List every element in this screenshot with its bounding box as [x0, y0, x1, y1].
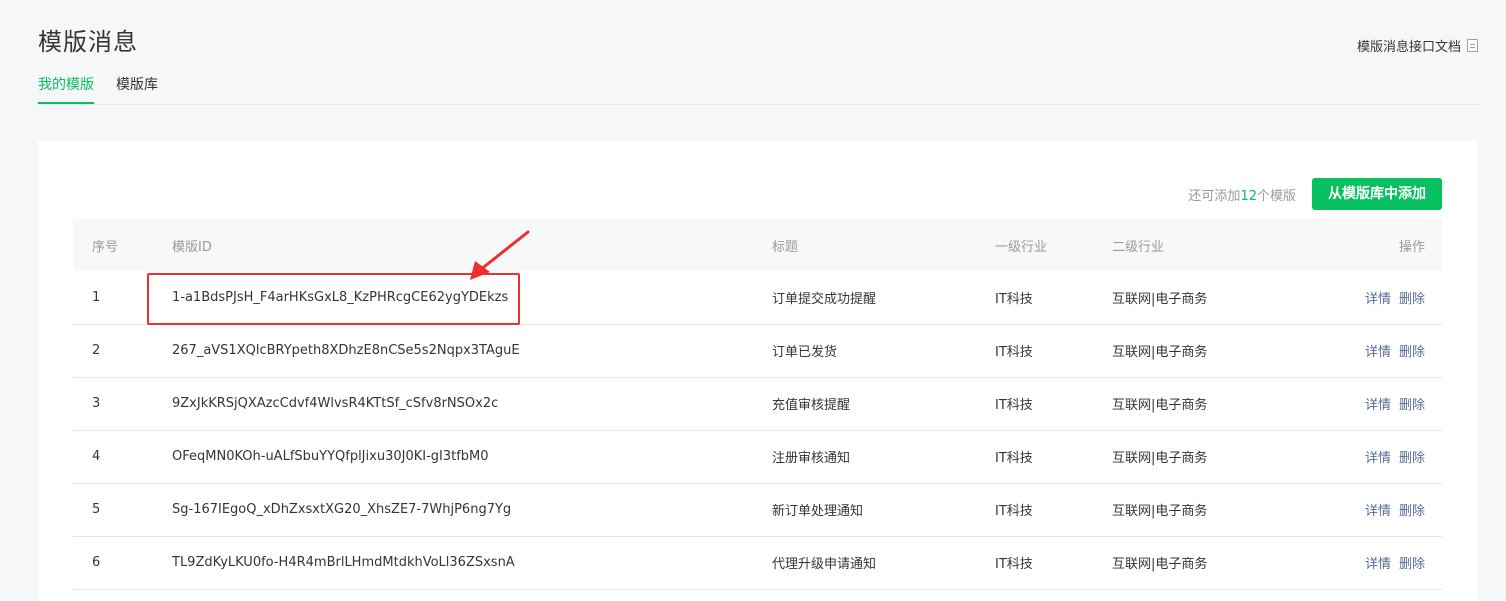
page-title: 模版消息	[38, 28, 138, 56]
add-from-library-button[interactable]: 从模版库中添加	[1312, 178, 1442, 210]
row-index: 4	[92, 449, 101, 464]
delete-link[interactable]: 删除	[1399, 345, 1425, 360]
delete-link[interactable]: 删除	[1399, 451, 1425, 466]
column-header-title: 标题	[772, 239, 799, 255]
table-header-row: 序号 模版ID 标题 一级行业 二级行业 操作	[73, 219, 1442, 271]
template-quota: 还可添加12个模版	[1188, 185, 1296, 204]
template-id: TL9ZdKyLKU0fo-H4R4mBrlLHmdMtdkhVoLl36ZSx…	[172, 555, 515, 570]
template-title: 注册审核通知	[772, 451, 851, 466]
row-actions: 详情 删除	[1312, 271, 1442, 324]
template-title: 订单提交成功提醒	[772, 291, 877, 307]
template-list-card: 还可添加12个模版 从模版库中添加 序号 模版ID 标题 一级行业 二级行业 操…	[38, 141, 1478, 601]
column-header-actions: 操作	[1398, 239, 1425, 255]
secondary-industry: 互联网|电子商务	[1112, 398, 1208, 413]
table-row: 6 TL9ZdKyLKU0fo-H4R4mBrlLHmdMtdkhVoLl36ZS…	[73, 536, 1442, 589]
quota-prefix: 还可添加	[1188, 188, 1241, 204]
detail-link[interactable]: 详情	[1365, 557, 1391, 572]
table-row: 5 Sg-167IEgoQ_xDhZxsxtXG20_XhsZE7-7WhjP6n…	[73, 483, 1442, 536]
table-row: 3 9ZxJkKRSjQXAzcCdvf4WlvsR4KTtSf_cSfv8rNS…	[73, 377, 1442, 430]
row-actions: 详情 删除	[1312, 377, 1442, 430]
primary-industry: IT科技	[995, 504, 1033, 519]
template-title: 新订单处理通知	[772, 504, 864, 519]
template-title: 充值审核提醒	[772, 398, 851, 413]
row-actions: 详情 删除	[1312, 430, 1442, 483]
document-icon	[1467, 39, 1478, 52]
template-title: 订单已发货	[772, 345, 838, 360]
detail-link[interactable]: 详情	[1365, 345, 1391, 360]
primary-industry: IT科技	[995, 345, 1033, 360]
detail-link[interactable]: 详情	[1365, 292, 1391, 307]
secondary-industry: 互联网|电子商务	[1112, 451, 1208, 466]
column-header-primary-industry: 一级行业	[995, 239, 1048, 255]
secondary-industry: 互联网|电子商务	[1112, 557, 1208, 572]
api-doc-link[interactable]: 模版消息接口文档	[1357, 36, 1478, 55]
detail-link[interactable]: 详情	[1365, 451, 1391, 466]
template-id: Sg-167IEgoQ_xDhZxsxtXG20_XhsZE7-7WhjP6ng…	[172, 502, 512, 517]
table-row: 2 267_aVS1XQlcBRYpeth8XDhzE8nCSe5s2Nqpx3T…	[73, 324, 1442, 377]
tab-bar: 我的模版 模版库	[38, 76, 1478, 105]
quota-count: 12	[1240, 188, 1257, 204]
secondary-industry: 互联网|电子商务	[1112, 291, 1208, 307]
column-header-secondary-industry: 二级行业	[1112, 239, 1165, 255]
row-actions: 详情 删除	[1312, 483, 1442, 536]
delete-link[interactable]: 删除	[1399, 292, 1425, 307]
template-id: OFeqMN0KOh-uALfSbuYYQfplJixu30J0KI-gI3tf…	[172, 449, 489, 464]
template-id: 267_aVS1XQlcBRYpeth8XDhzE8nCSe5s2Nqpx3TA…	[172, 343, 520, 358]
primary-industry: IT科技	[995, 291, 1033, 307]
row-actions: 详情 删除	[1312, 324, 1442, 377]
column-header-index: 序号	[92, 239, 119, 255]
primary-industry: IT科技	[995, 398, 1033, 413]
quota-suffix: 个模版	[1256, 188, 1296, 204]
row-index: 3	[92, 396, 101, 411]
template-id: 9ZxJkKRSjQXAzcCdvf4WlvsR4KTtSf_cSfv8rNSO…	[172, 396, 499, 411]
row-index: 5	[92, 502, 101, 517]
table-row: 4 OFeqMN0KOh-uALfSbuYYQfplJixu30J0KI-gI3t…	[73, 430, 1442, 483]
detail-link[interactable]: 详情	[1365, 504, 1391, 519]
primary-industry: IT科技	[995, 557, 1033, 572]
secondary-industry: 互联网|电子商务	[1112, 504, 1208, 519]
template-title: 代理升级申请通知	[772, 557, 877, 572]
api-doc-link-label: 模版消息接口文档	[1356, 40, 1461, 55]
delete-link[interactable]: 删除	[1399, 557, 1425, 572]
primary-industry: IT科技	[995, 451, 1033, 466]
toolbar: 还可添加12个模版 从模版库中添加	[1188, 178, 1442, 210]
delete-link[interactable]: 删除	[1399, 398, 1425, 413]
tab-my-templates[interactable]: 我的模版	[38, 76, 94, 104]
tab-template-library[interactable]: 模版库	[116, 76, 158, 104]
row-index: 2	[92, 343, 101, 358]
annotation-arrow-icon	[470, 230, 530, 280]
row-index: 6	[92, 555, 101, 570]
delete-link[interactable]: 删除	[1399, 504, 1425, 519]
row-actions: 详情 删除	[1312, 536, 1442, 589]
detail-link[interactable]: 详情	[1365, 398, 1391, 413]
secondary-industry: 互联网|电子商务	[1112, 345, 1208, 360]
